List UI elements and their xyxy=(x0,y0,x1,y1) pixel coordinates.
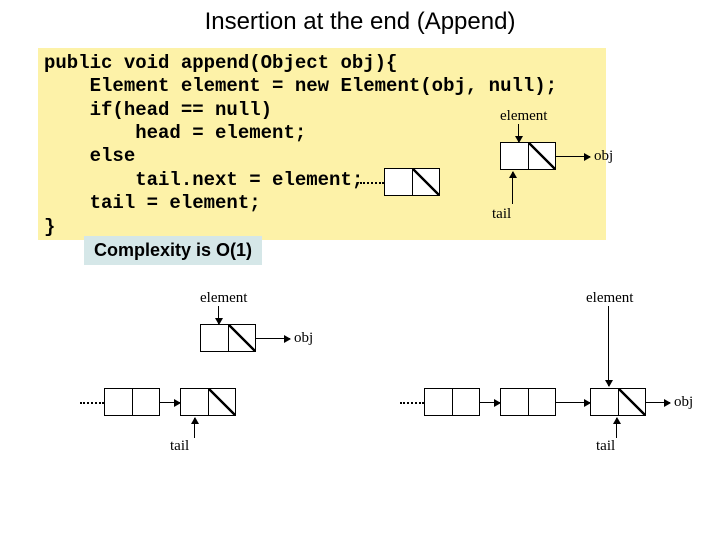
list-tail-null xyxy=(412,168,440,196)
null-slash xyxy=(528,142,556,170)
label-element: element xyxy=(586,290,633,307)
arrow-element-down xyxy=(518,124,519,142)
arrow-tail-up xyxy=(194,418,195,438)
label-tail: tail xyxy=(596,438,615,455)
label-tail: tail xyxy=(492,206,511,223)
arrow-to-obj xyxy=(556,156,590,157)
label-obj: obj xyxy=(594,148,613,165)
arrow-to-obj xyxy=(646,402,670,403)
diagram-empty-case: element obj tail xyxy=(360,108,680,238)
null-slash xyxy=(618,388,646,416)
arrow-element-down xyxy=(218,306,219,324)
arrow-tail-up xyxy=(616,418,617,438)
arrow-to-obj xyxy=(256,338,290,339)
complexity-note: Complexity is O(1) xyxy=(84,236,262,265)
list-dashes xyxy=(80,402,104,404)
arrow-link-2 xyxy=(556,402,590,403)
label-element: element xyxy=(500,108,547,125)
diagram-before-link: element obj tail xyxy=(80,290,380,460)
page-title: Insertion at the end (Append) xyxy=(0,8,720,36)
list-node-1 xyxy=(424,388,480,416)
arrow-link-1 xyxy=(480,402,500,403)
arrow-element-down xyxy=(608,306,609,386)
label-obj: obj xyxy=(294,330,313,347)
null-slash xyxy=(228,324,256,352)
arrow-tail-up xyxy=(512,172,513,204)
diagram-after-link: element obj tail xyxy=(400,290,710,460)
list-node-1 xyxy=(104,388,160,416)
list-dashes xyxy=(400,402,424,404)
list-tail-null xyxy=(208,388,236,416)
list-node-2 xyxy=(500,388,556,416)
label-tail: tail xyxy=(170,438,189,455)
label-obj: obj xyxy=(674,394,693,411)
list-dashes xyxy=(360,182,384,184)
label-element: element xyxy=(200,290,247,307)
arrow-node-link xyxy=(160,402,180,403)
